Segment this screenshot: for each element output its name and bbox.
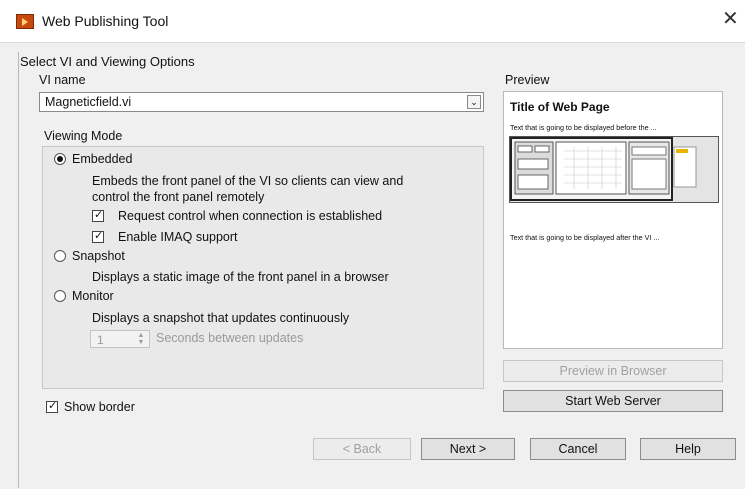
show-border-checkbox[interactable]: ✓ [46, 400, 58, 413]
vi-name-value: Magneticfield.vi [45, 95, 132, 109]
embedded-description-line2: control the front panel remotely [92, 190, 265, 204]
check-icon: ✓ [94, 230, 104, 242]
title-bar: Web Publishing Tool ✕ [0, 0, 745, 43]
help-button[interactable]: Help [640, 438, 736, 460]
preview-pane: Title of Web Page Text that is going to … [503, 91, 723, 349]
interval-stepper[interactable]: 1 ▲ ▼ [90, 330, 150, 348]
snapshot-description: Displays a static image of the front pan… [92, 270, 389, 284]
window-title: Web Publishing Tool [42, 13, 169, 29]
radio-snapshot[interactable] [54, 250, 66, 262]
viewing-mode-label: Viewing Mode [44, 129, 123, 143]
chevron-down-icon[interactable]: ⌄ [467, 95, 481, 109]
close-icon[interactable]: ✕ [722, 9, 739, 29]
cancel-button[interactable]: Cancel [530, 438, 626, 460]
preview-text-after: Text that is going to be displayed after… [510, 233, 660, 242]
group-border [18, 52, 19, 488]
preview-page-title: Title of Web Page [510, 100, 610, 114]
check-icon: ✓ [48, 400, 58, 412]
interval-label: Seconds between updates [156, 331, 304, 345]
stepper-arrows-icon[interactable]: ▲ ▼ [135, 332, 147, 346]
front-panel-thumbnail [509, 136, 719, 203]
embedded-description-line1: Embeds the front panel of the VI so clie… [92, 174, 404, 188]
back-button[interactable]: < Back [313, 438, 411, 460]
radio-embedded-label[interactable]: Embedded [72, 152, 132, 166]
monitor-description: Displays a snapshot that updates continu… [92, 311, 350, 325]
radio-monitor-label[interactable]: Monitor [72, 289, 114, 303]
front-panel-thumbnail-icon [510, 137, 697, 201]
interval-value: 1 [97, 333, 104, 347]
request-control-checkbox[interactable]: ✓ [92, 209, 104, 222]
request-control-label[interactable]: Request control when connection is estab… [118, 209, 382, 223]
radio-monitor[interactable] [54, 290, 66, 302]
next-button[interactable]: Next > [421, 438, 515, 460]
vi-name-combobox[interactable]: Magneticfield.vi ⌄ [39, 92, 484, 112]
preview-in-browser-button[interactable]: Preview in Browser [503, 360, 723, 382]
radio-snapshot-label[interactable]: Snapshot [72, 249, 125, 263]
radio-embedded[interactable] [54, 153, 66, 165]
preview-label: Preview [505, 73, 550, 87]
group-label: Select VI and Viewing Options [20, 54, 195, 69]
show-border-label[interactable]: Show border [64, 400, 135, 414]
vi-name-label: VI name [39, 73, 86, 87]
app-icon [16, 14, 34, 29]
start-web-server-button[interactable]: Start Web Server [503, 390, 723, 412]
enable-imaq-checkbox[interactable]: ✓ [92, 230, 104, 243]
enable-imaq-label[interactable]: Enable IMAQ support [118, 230, 238, 244]
check-icon: ✓ [94, 209, 104, 221]
preview-text-before: Text that is going to be displayed befor… [510, 123, 657, 132]
